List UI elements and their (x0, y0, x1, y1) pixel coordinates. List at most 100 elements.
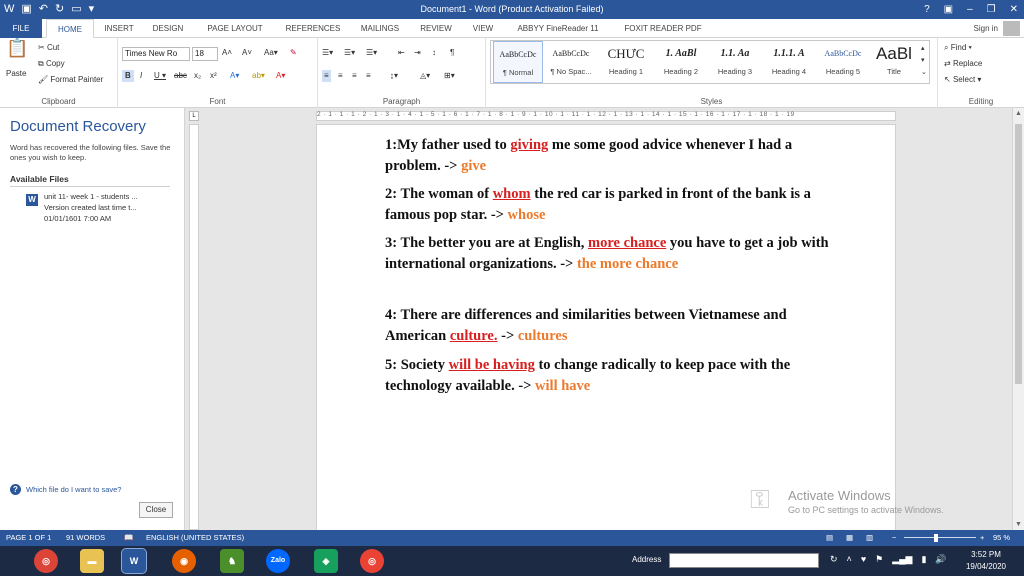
align-right-icon[interactable]: ≡ (352, 70, 357, 82)
minimize-icon[interactable]: – (967, 0, 973, 19)
zoom-level[interactable]: 95 % (993, 530, 1010, 546)
show-hidden-icons[interactable]: ˄ (847, 554, 852, 565)
network-icon[interactable]: ▂▄▆ (892, 554, 912, 565)
paste-icon[interactable]: 📋 (6, 39, 28, 57)
tab-design[interactable]: DESIGN (144, 19, 192, 38)
word-taskbar-icon[interactable]: W (121, 548, 147, 574)
style-no-spacing[interactable]: AaBbCcDc ¶ No Spac... (545, 41, 597, 83)
document-page[interactable]: 1:My father used to giving me some good … (316, 124, 896, 530)
paragraph-3[interactable]: 3: The better you are at English, more c… (385, 233, 835, 275)
paragraph-1[interactable]: 1:My father used to giving me some good … (385, 135, 835, 177)
tab-foxit[interactable]: FOXIT READER PDF (614, 19, 712, 38)
paragraph-4[interactable]: 4: There are differences and similaritie… (385, 305, 835, 347)
strikethrough-icon[interactable]: abc (174, 70, 187, 82)
tab-insert[interactable]: INSERT (98, 19, 140, 38)
close-button[interactable]: Close (139, 502, 173, 518)
vertical-scrollbar[interactable]: ▲ ▼ (1012, 108, 1024, 530)
ribbon-display-icon[interactable]: ▣ (944, 0, 953, 19)
web-layout-icon[interactable]: ▥ (866, 530, 873, 546)
shading-icon[interactable]: ◬▾ (420, 70, 430, 82)
game-app-icon[interactable]: ♞ (220, 549, 244, 573)
shrink-font-icon[interactable]: A˅ (242, 47, 252, 59)
style-normal[interactable]: AaBbCcDc ¶ Normal (493, 41, 543, 83)
zoom-out-icon[interactable]: − (892, 530, 896, 546)
page-count[interactable]: PAGE 1 OF 1 (6, 530, 51, 546)
proofing-icon[interactable]: 📖 (124, 530, 133, 546)
tab-review[interactable]: REVIEW (412, 19, 460, 38)
italic-icon[interactable]: I (140, 70, 142, 82)
borders-icon[interactable]: ⊞▾ (444, 70, 455, 82)
increase-indent-icon[interactable]: ⇥ (414, 47, 421, 59)
restore-icon[interactable]: ❐ (987, 0, 996, 19)
green-app-icon[interactable]: ◈ (314, 549, 338, 573)
styles-scroll-down-icon[interactable]: ▾ (921, 55, 925, 67)
word-count[interactable]: 91 WORDS (66, 530, 105, 546)
numbering-icon[interactable]: ☰▾ (344, 47, 355, 59)
style-title[interactable]: AaBl Title (871, 41, 917, 83)
clock[interactable]: 3:52 PM 19/04/2020 (966, 549, 1006, 573)
style-heading-2[interactable]: 1. AaBl Heading 2 (655, 41, 707, 83)
language[interactable]: ENGLISH (UNITED STATES) (146, 530, 244, 546)
find-button[interactable]: ⌕ Find ▾ (944, 42, 972, 54)
font-size-select[interactable]: 18 (192, 47, 218, 61)
paragraph-5[interactable]: 5: Society will be having to change radi… (385, 355, 835, 397)
horizontal-ruler[interactable]: 2 · 1 · 1 · 1 · 2 · 1 · 3 · 1 · 4 · 1 · … (316, 111, 896, 121)
tab-file[interactable]: FILE (0, 19, 42, 38)
address-input[interactable] (669, 553, 819, 568)
zoom-in-icon[interactable]: + (980, 530, 984, 546)
tab-view[interactable]: VIEW (464, 19, 502, 38)
file-explorer-icon[interactable]: ▬ (80, 549, 104, 573)
multilevel-list-icon[interactable]: ☰▾ (366, 47, 377, 59)
refresh-icon[interactable]: ↻ (830, 554, 838, 565)
avatar[interactable] (1003, 21, 1020, 36)
align-left-icon[interactable]: ≡ (322, 70, 331, 82)
font-color-icon[interactable]: A▾ (276, 70, 285, 82)
zoom-slider-handle[interactable] (934, 534, 939, 542)
format-painter-button[interactable]: 🖌 Format Painter (38, 74, 103, 86)
chrome-icon[interactable]: ◎ (34, 549, 58, 573)
bold-icon[interactable]: B (122, 70, 134, 82)
underline-icon[interactable]: U ▾ (154, 70, 166, 82)
scroll-up-icon[interactable]: ▲ (1015, 110, 1022, 117)
decrease-indent-icon[interactable]: ⇤ (398, 47, 405, 59)
sort-icon[interactable]: ↕ (432, 47, 436, 59)
firefox-icon[interactable]: ◉ (172, 549, 196, 573)
style-heading-1[interactable]: CHƯC Heading 1 (599, 41, 653, 83)
cut-button[interactable]: ✂ Cut (38, 42, 59, 54)
paste-button[interactable]: Paste (6, 68, 26, 80)
styles-more-icon[interactable]: ⌄ (921, 67, 927, 79)
select-button[interactable]: ↖ Select ▾ (944, 74, 981, 86)
paragraph-2[interactable]: 2: The woman of whom the red car is park… (385, 184, 835, 226)
tab-home[interactable]: HOME (46, 19, 94, 38)
style-heading-3[interactable]: 1.1. Aa Heading 3 (709, 41, 761, 83)
bullets-icon[interactable]: ☰▾ (322, 47, 333, 59)
flag-icon[interactable]: ⚑ (875, 554, 883, 565)
copy-button[interactable]: ⧉ Copy (38, 58, 65, 70)
style-heading-5[interactable]: AaBbCcDc Heading 5 (817, 41, 869, 83)
text-effects-icon[interactable]: A▾ (230, 70, 239, 82)
scroll-thumb[interactable] (1015, 124, 1022, 384)
style-heading-4[interactable]: 1.1.1. A Heading 4 (763, 41, 815, 83)
line-spacing-icon[interactable]: ↨▾ (390, 70, 398, 82)
clear-formatting-icon[interactable]: ✎ (290, 47, 297, 59)
styles-scroll-up-icon[interactable]: ▴ (921, 43, 925, 55)
replace-button[interactable]: ⇄ Replace (944, 58, 982, 70)
font-family-select[interactable]: Times New Ro (122, 47, 190, 61)
grow-font-icon[interactable]: A˄ (222, 47, 232, 59)
close-icon[interactable]: ✕ (1010, 0, 1018, 19)
tab-references[interactable]: REFERENCES (278, 19, 348, 38)
tab-mailings[interactable]: MAILINGS (352, 19, 408, 38)
zalo-icon[interactable]: Zalo (266, 549, 290, 573)
subscript-icon[interactable]: x₂ (194, 70, 201, 82)
tab-abbyy[interactable]: ABBYY FineReader 11 (506, 19, 610, 38)
recovered-file-item[interactable]: W unit 11- week 1 - students ... Version… (10, 192, 170, 232)
tab-selector[interactable]: L (189, 111, 199, 121)
change-case-icon[interactable]: Aa▾ (264, 47, 278, 59)
align-center-icon[interactable]: ≡ (338, 70, 343, 82)
tab-page-layout[interactable]: PAGE LAYOUT (196, 19, 274, 38)
scroll-down-icon[interactable]: ▼ (1015, 521, 1022, 528)
sign-in-link[interactable]: Sign in (974, 19, 998, 38)
highlight-icon[interactable]: ab▾ (252, 70, 265, 82)
battery-icon[interactable]: ▮ (921, 554, 926, 565)
help-icon[interactable]: ? (924, 0, 930, 19)
